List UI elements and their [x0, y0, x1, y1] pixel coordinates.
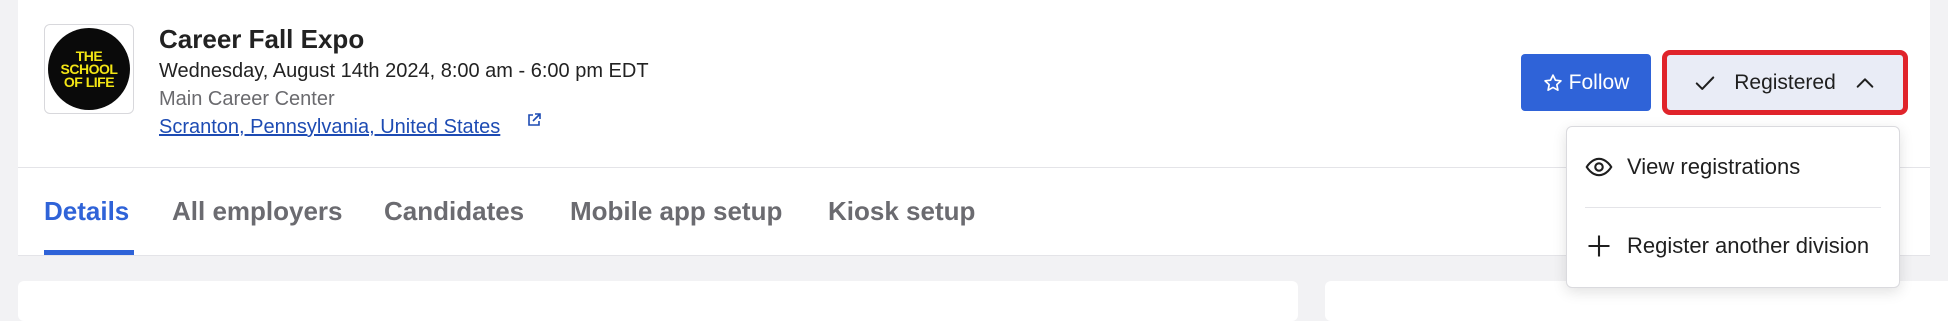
- chevron-up-icon: [1856, 77, 1874, 88]
- registered-dropdown-button[interactable]: Registered: [1662, 50, 1908, 115]
- registered-label: Registered: [1734, 70, 1836, 94]
- eye-icon: [1585, 157, 1613, 177]
- logo-circle: THE SCHOOL OF LIFE: [48, 28, 130, 110]
- menu-item-view-registrations[interactable]: View registrations: [1585, 147, 1800, 187]
- registered-dropdown-menu: View registrations Register another divi…: [1566, 126, 1900, 288]
- view-registrations-label: View registrations: [1627, 154, 1801, 179]
- logo-line-3: OF LIFE: [63, 73, 115, 90]
- plus-icon: [1588, 235, 1610, 257]
- menu-divider: [1585, 207, 1881, 208]
- tab-mobile-app-setup[interactable]: Mobile app setup: [570, 196, 782, 227]
- active-tab-indicator: [44, 250, 134, 255]
- tab-candidates[interactable]: Candidates: [384, 196, 524, 227]
- star-icon: [1543, 73, 1562, 91]
- menu-item-register-another-division[interactable]: Register another division: [1585, 226, 1869, 266]
- tab-all-employers[interactable]: All employers: [172, 196, 343, 227]
- event-venue: Main Career Center: [159, 88, 335, 110]
- follow-label: Follow: [1568, 70, 1630, 94]
- organizer-logo: THE SCHOOL OF LIFE: [44, 24, 134, 114]
- tab-kiosk-setup[interactable]: Kiosk setup: [828, 196, 975, 227]
- content-panel-left: [18, 281, 1298, 321]
- external-link-icon[interactable]: [526, 112, 542, 128]
- register-another-division-label: Register another division: [1627, 233, 1870, 258]
- check-icon: [1695, 75, 1715, 90]
- follow-button[interactable]: Follow: [1521, 54, 1651, 111]
- event-date: Wednesday, August 14th 2024, 8:00 am - 6…: [159, 60, 649, 82]
- tab-details[interactable]: Details: [44, 196, 129, 227]
- event-title: Career Fall Expo: [159, 24, 365, 54]
- event-location-link[interactable]: Scranton, Pennsylvania, United States: [159, 116, 500, 139]
